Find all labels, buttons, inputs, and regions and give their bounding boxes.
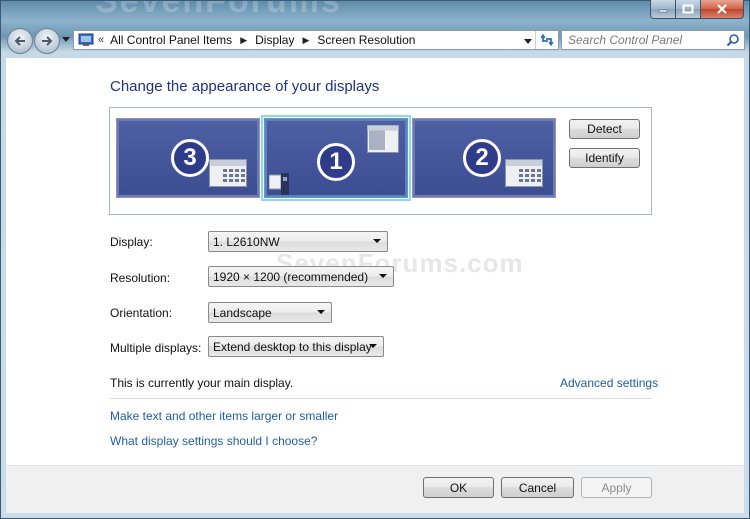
close-icon [717, 4, 727, 14]
identify-button[interactable]: Identify [569, 148, 640, 168]
minimize-button[interactable] [650, 0, 676, 19]
breadcrumb-screen-resolution[interactable]: Screen Resolution [317, 33, 415, 47]
resolution-select-value: 1920 × 1200 (recommended) [213, 269, 369, 284]
forward-arrow-icon [42, 36, 53, 46]
address-history-dropdown[interactable] [522, 35, 534, 47]
control-panel-icon [78, 33, 94, 46]
multiple-displays-select-value: Extend desktop to this display [213, 339, 372, 354]
multiple-displays-label: Multiple displays: [110, 341, 202, 355]
breadcrumb-separator-icon[interactable]: ▶ [302, 35, 309, 46]
display-settings-icon [209, 159, 247, 187]
display-select-value: 1. L2610NW [213, 234, 280, 249]
display-settings-icon [505, 159, 543, 187]
dialog-footer: OK Cancel Apply [6, 466, 744, 513]
monitor-3[interactable]: 3 [116, 118, 260, 198]
orientation-select[interactable]: Landscape [208, 302, 332, 323]
breadcrumb-all-control-panel-items[interactable]: All Control Panel Items [110, 33, 232, 47]
address-bar[interactable]: « All Control Panel Items ▶ Display ▶ Sc… [73, 30, 559, 50]
window-icon [367, 125, 399, 153]
back-arrow-icon [14, 36, 25, 46]
refresh-icon [540, 34, 554, 46]
monitor-arrangement: 3 1 2 Detect Identify [109, 107, 652, 215]
main-display-status: This is currently your main display. [110, 376, 294, 390]
resolution-label: Resolution: [110, 271, 171, 285]
chevron-down-icon [317, 310, 325, 314]
refresh-button[interactable] [535, 31, 558, 49]
ok-button[interactable]: OK [423, 477, 494, 498]
resolution-select[interactable]: 1920 × 1200 (recommended) [208, 266, 394, 287]
maximize-button[interactable] [676, 0, 701, 19]
orientation-select-value: Landscape [213, 305, 272, 320]
text-size-link[interactable]: Make text and other items larger or smal… [110, 409, 338, 423]
monitor-2[interactable]: 2 [412, 118, 556, 198]
multiple-displays-select[interactable]: Extend desktop to this display [208, 336, 384, 357]
page-title: Change the appearance of your displays [110, 78, 380, 95]
search-input[interactable] [562, 31, 734, 49]
chevron-down-icon [379, 274, 387, 278]
caption-buttons [650, 0, 744, 19]
monitor-1[interactable]: 1 [261, 115, 411, 201]
detect-button[interactable]: Detect [569, 119, 640, 139]
forward-button[interactable] [34, 28, 60, 54]
orientation-label: Orientation: [110, 306, 173, 320]
content-pane: Change the appearance of your displays 3… [6, 58, 744, 465]
close-button[interactable] [701, 0, 744, 19]
chevron-down-icon [369, 344, 377, 348]
back-button[interactable] [7, 28, 33, 54]
display-label: Display: [110, 235, 153, 249]
recent-pages-dropdown[interactable] [61, 35, 70, 44]
cancel-button[interactable]: Cancel [501, 477, 574, 498]
chevron-down-icon [61, 37, 70, 42]
apply-button[interactable]: Apply [581, 477, 652, 498]
display-select[interactable]: 1. L2610NW [208, 231, 388, 252]
monitor-number: 2 [463, 139, 501, 177]
chevron-down-icon [524, 38, 532, 44]
search-icon[interactable] [726, 33, 740, 47]
divider [110, 398, 652, 399]
monitor-number: 1 [317, 143, 355, 181]
advanced-settings-link[interactable]: Advanced settings [560, 376, 658, 390]
navigation-bar: « All Control Panel Items ▶ Display ▶ Sc… [5, 26, 745, 56]
minimize-icon [658, 9, 668, 13]
display-help-link[interactable]: What display settings should I choose? [110, 434, 317, 448]
search-box[interactable] [561, 30, 745, 50]
taskbar-icon [269, 173, 289, 195]
chevron-down-icon [373, 239, 381, 243]
maximize-icon [682, 4, 694, 14]
monitor-number: 3 [171, 139, 209, 177]
breadcrumb-separator-icon[interactable]: ▶ [240, 35, 247, 46]
breadcrumb-display[interactable]: Display [255, 33, 294, 47]
breadcrumb: All Control Panel Items ▶ Display ▶ Scre… [104, 33, 415, 47]
